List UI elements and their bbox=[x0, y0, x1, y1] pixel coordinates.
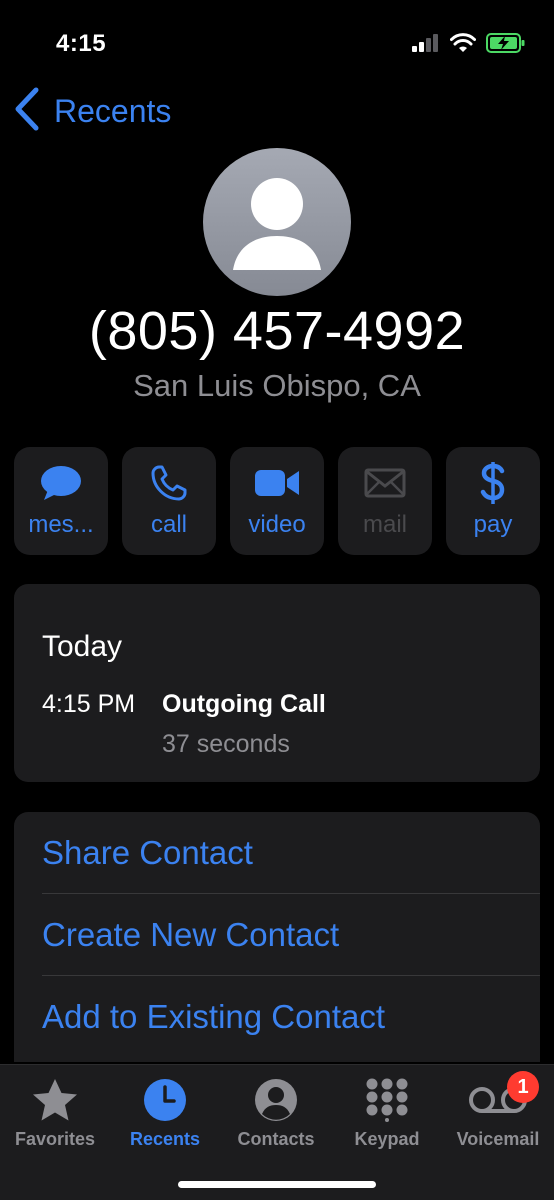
action-buttons: mes... call video mail pay bbox=[14, 447, 540, 555]
video-icon bbox=[255, 470, 299, 496]
tab-recents[interactable]: Recents bbox=[110, 1065, 220, 1165]
pay-label: pay bbox=[473, 511, 513, 538]
phone-number: (805) 457-4992 bbox=[88, 301, 466, 361]
home-indicator[interactable] bbox=[178, 1181, 376, 1188]
video-button[interactable]: video bbox=[230, 447, 324, 555]
star-icon bbox=[33, 1079, 77, 1121]
clock-icon bbox=[144, 1079, 186, 1121]
status-bar: 4:15 bbox=[0, 0, 554, 80]
call-label: call bbox=[150, 511, 187, 538]
create-new-contact-button[interactable]: Create New Contact bbox=[42, 894, 540, 976]
contact-options-card: Share Contact Create New Contact Add to … bbox=[14, 812, 540, 1062]
chevron-left-icon bbox=[14, 87, 40, 136]
video-label: video bbox=[248, 511, 306, 538]
back-label: Recents bbox=[54, 92, 172, 129]
person-circle-icon bbox=[255, 1079, 297, 1121]
voicemail-badge: 1 bbox=[507, 1071, 539, 1103]
back-button[interactable]: Recents bbox=[14, 87, 172, 136]
tab-bar: Favorites Recents Contacts Keypad 1 Voic… bbox=[0, 1064, 554, 1200]
message-button[interactable]: mes... bbox=[14, 447, 108, 555]
history-day: Today bbox=[42, 630, 123, 663]
tab-voicemail-label: Voicemail bbox=[456, 1129, 540, 1149]
phone-icon bbox=[151, 465, 187, 501]
wifi-icon bbox=[450, 33, 476, 58]
keypad-icon bbox=[366, 1078, 408, 1122]
status-time: 4:15 bbox=[56, 30, 107, 57]
history-time: 4:15 PM bbox=[42, 690, 136, 718]
pay-button[interactable]: pay bbox=[446, 447, 540, 555]
cellular-signal-icon bbox=[412, 34, 440, 57]
mail-icon bbox=[364, 468, 406, 498]
battery-charging-icon bbox=[486, 33, 526, 58]
tab-voicemail[interactable]: 1 Voicemail bbox=[443, 1065, 553, 1165]
add-to-existing-contact-button[interactable]: Add to Existing Contact bbox=[42, 976, 540, 1058]
person-silhouette-icon bbox=[233, 178, 321, 270]
call-button[interactable]: call bbox=[122, 447, 216, 555]
message-label: mes... bbox=[28, 511, 94, 538]
tab-contacts[interactable]: Contacts bbox=[221, 1065, 331, 1165]
mail-button[interactable]: mail bbox=[338, 447, 432, 555]
dollar-icon bbox=[480, 462, 505, 504]
history-duration: 37 seconds bbox=[162, 730, 290, 758]
call-history-card: Today 4:15 PM Outgoing Call 37 seconds bbox=[14, 584, 540, 782]
status-icons bbox=[412, 33, 526, 58]
tab-keypad[interactable]: Keypad bbox=[332, 1065, 442, 1165]
contact-avatar bbox=[203, 148, 351, 296]
history-call-type: Outgoing Call bbox=[162, 690, 326, 718]
location-label: San Luis Obispo, CA bbox=[133, 368, 421, 403]
mail-label: mail bbox=[362, 511, 407, 538]
message-icon bbox=[41, 466, 81, 500]
share-contact-button[interactable]: Share Contact bbox=[42, 812, 540, 894]
tab-favorites[interactable]: Favorites bbox=[0, 1065, 110, 1165]
